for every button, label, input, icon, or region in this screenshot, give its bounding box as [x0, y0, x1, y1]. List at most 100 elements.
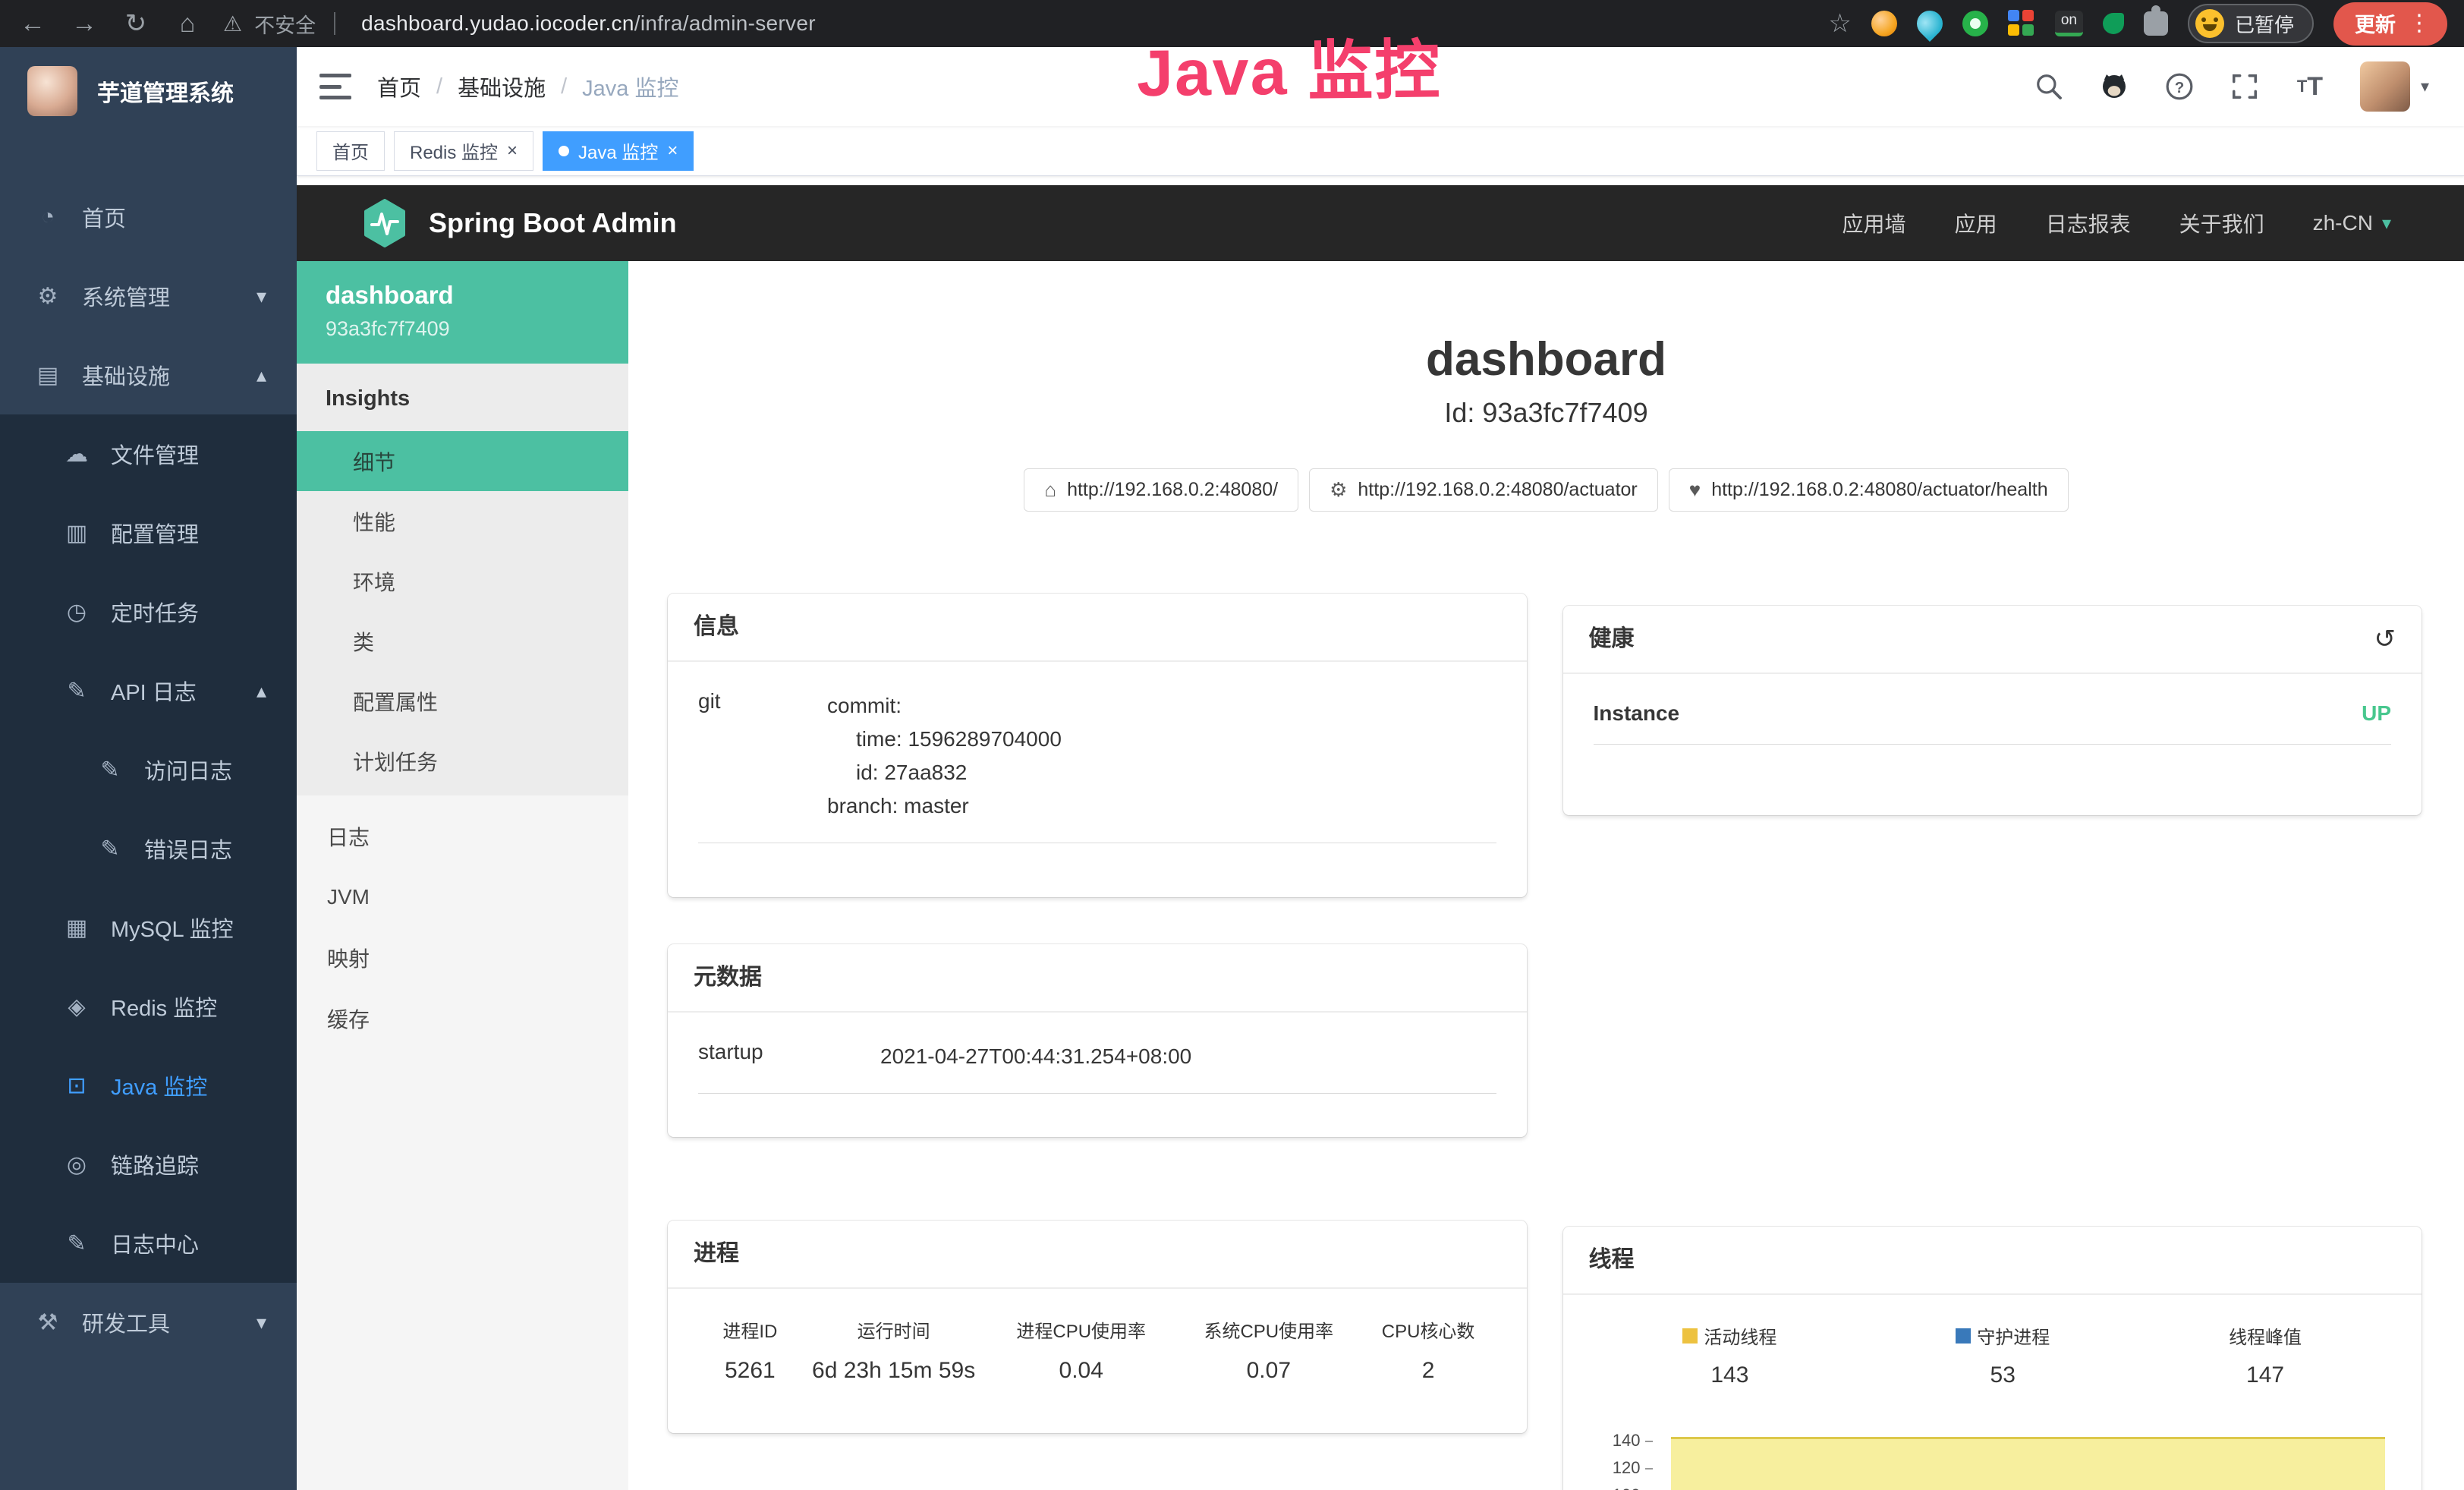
- tab-home[interactable]: 首页: [316, 131, 385, 171]
- extensions-puzzle-icon[interactable]: [2144, 11, 2168, 36]
- sidebar-item-mysql[interactable]: ▦ MySQL 监控: [0, 888, 297, 967]
- card-title: 进程: [694, 1240, 739, 1268]
- metadata-row-startup: startup 2021-04-27T00:44:31.254+08:00: [698, 1040, 1496, 1094]
- close-icon[interactable]: ×: [667, 142, 678, 160]
- sidebar-item-infra[interactable]: ▤ 基础设施 ▴: [0, 335, 297, 414]
- health-url-button[interactable]: ♥ http://192.168.0.2:48080/actuator/heal…: [1669, 468, 2069, 512]
- app-logo-row[interactable]: 芋道管理系统: [0, 47, 297, 135]
- profile-paused-badge[interactable]: 已暂停: [2188, 4, 2314, 43]
- sidebar-item-home[interactable]: ◔ 首页: [0, 178, 297, 257]
- insights-item-environment[interactable]: 环境: [297, 551, 628, 611]
- sidebar-item-label: 系统管理: [82, 280, 170, 312]
- warning-icon: ⚠: [223, 11, 242, 36]
- url-path: /infra/admin-server: [634, 11, 816, 35]
- fullscreen-icon[interactable]: [2230, 71, 2260, 102]
- tab-label: Java 监控: [578, 137, 658, 164]
- browser-menu-dots-icon[interactable]: ⋮: [2408, 10, 2431, 36]
- site-security[interactable]: ⚠ 不安全: [223, 9, 341, 39]
- breadcrumb-infra[interactable]: 基础设施: [458, 71, 546, 102]
- github-icon[interactable]: [2099, 71, 2129, 102]
- process-table: 进程ID 5261 运行时间 6d 23h 15m 59s: [698, 1316, 1496, 1384]
- help-icon[interactable]: ?: [2164, 71, 2195, 102]
- instance-item-logs[interactable]: 日志: [297, 806, 628, 867]
- instance-item-jvm[interactable]: JVM: [297, 867, 628, 928]
- insights-item-details[interactable]: 细节: [297, 431, 628, 491]
- bookmark-star-icon[interactable]: ☆: [1828, 8, 1851, 39]
- instance-name: dashboard: [326, 281, 599, 310]
- extension-grid-icon[interactable]: [2008, 10, 2035, 37]
- extension-orange-icon[interactable]: [1871, 11, 1897, 36]
- tab-redis[interactable]: Redis 监控 ×: [394, 131, 533, 171]
- insights-item-configprops[interactable]: 配置属性: [297, 671, 628, 731]
- sidebar-item-label: Java 监控: [111, 1069, 207, 1101]
- process-card-body: 进程ID 5261 运行时间 6d 23h 15m 59s: [668, 1289, 1527, 1417]
- instance-id-line: Id: 93a3fc7f7409: [628, 397, 2464, 429]
- sidebar-item-label: 访问日志: [144, 754, 232, 786]
- sidebar-item-redis[interactable]: ◈ Redis 监控: [0, 967, 297, 1046]
- extension-sprout-icon[interactable]: [2103, 13, 2124, 34]
- metadata-key: startup: [698, 1040, 880, 1073]
- sba-nav-applications[interactable]: 应用: [1955, 208, 1997, 238]
- extension-on-badge[interactable]: on: [2055, 11, 2083, 36]
- sidebar-item-jobs[interactable]: ◷ 定时任务: [0, 572, 297, 651]
- sidebar-item-config[interactable]: ▥ 配置管理: [0, 493, 297, 572]
- close-icon[interactable]: ×: [507, 142, 518, 160]
- sidebar-item-label: 错误日志: [144, 833, 232, 865]
- health-label: Instance: [1594, 701, 1680, 726]
- legend-peak-threads: 线程峰值 147: [2229, 1322, 2302, 1388]
- sidebar-item-dev-tools[interactable]: ⚒ 研发工具 ▾: [0, 1283, 297, 1362]
- extension-green-icon[interactable]: [1962, 11, 1988, 36]
- address-bar[interactable]: dashboard.yudao.iocoder.cn/infra/admin-s…: [361, 11, 816, 36]
- sidebar-item-api-log[interactable]: ✎ API 日志 ▴: [0, 651, 297, 730]
- breadcrumb-home[interactable]: 首页: [377, 71, 421, 102]
- sidebar-item-label: 日志中心: [111, 1227, 199, 1259]
- insights-item-scheduled-tasks[interactable]: 计划任务: [297, 731, 628, 791]
- extension-drop-icon[interactable]: [1912, 5, 1948, 42]
- sba-locale-select[interactable]: zh-CN ▾: [2313, 211, 2391, 235]
- app-main: 首页 / 基础设施 / Java 监控 ?: [297, 47, 2464, 1490]
- legend-blue-swatch: [1956, 1328, 1971, 1344]
- service-url-button[interactable]: ⌂ http://192.168.0.2:48080/: [1024, 468, 1298, 512]
- instance-detail-content: dashboard Id: 93a3fc7f7409 ⌂ http://192.…: [628, 261, 2464, 1490]
- history-icon[interactable]: ↺: [2374, 625, 2396, 653]
- divider: [334, 12, 335, 35]
- browser-back-icon[interactable]: ←: [17, 9, 49, 39]
- sidebar-item-label: 配置管理: [111, 517, 199, 549]
- browser-forward-icon[interactable]: →: [68, 9, 100, 39]
- legend-yellow-swatch: [1682, 1328, 1698, 1344]
- font-size-icon[interactable]: TT: [2295, 71, 2325, 102]
- health-heart-icon: ♥: [1689, 478, 1701, 502]
- actuator-url-button[interactable]: ⚙ http://192.168.0.2:48080/actuator: [1309, 468, 1658, 512]
- instance-item-mappings[interactable]: 映射: [297, 928, 628, 988]
- metadata-value: 2021-04-27T00:44:31.254+08:00: [880, 1040, 1496, 1073]
- hamburger-icon[interactable]: [319, 74, 351, 99]
- tab-java[interactable]: Java 监控 ×: [543, 131, 694, 171]
- browser-update-button[interactable]: 更新 ⋮: [2333, 2, 2447, 46]
- sidebar-item-trace[interactable]: ◎ 链路追踪: [0, 1125, 297, 1204]
- sba-nav-wallboard[interactable]: 应用墙: [1842, 208, 1906, 238]
- threads-card: 线程 活动线程: [1563, 1227, 2422, 1490]
- active-dot-icon: [559, 146, 569, 156]
- legend-value: 53: [1956, 1362, 2050, 1388]
- sidebar-item-error-log[interactable]: ✎ 错误日志: [0, 809, 297, 888]
- threads-area-series: [1671, 1437, 2386, 1490]
- sidebar-item-java[interactable]: ⊡ Java 监控: [0, 1046, 297, 1125]
- sidebar-item-files[interactable]: ☁ 文件管理: [0, 414, 297, 493]
- sidebar-item-system[interactable]: ⚙ 系统管理 ▾: [0, 257, 297, 335]
- sba-nav-journal[interactable]: 日志报表: [2046, 208, 2131, 238]
- chevron-up-icon: ▴: [256, 679, 266, 703]
- browser-home-icon[interactable]: ⌂: [172, 9, 203, 39]
- security-label: 不安全: [254, 9, 316, 39]
- browser-reload-icon[interactable]: ↻: [120, 8, 152, 39]
- instance-header[interactable]: dashboard 93a3fc7f7409: [297, 261, 628, 364]
- insights-item-classes[interactable]: 类: [297, 611, 628, 671]
- search-icon[interactable]: [2034, 71, 2064, 102]
- insights-item-metrics[interactable]: 性能: [297, 491, 628, 551]
- breadcrumb-separator: /: [561, 74, 567, 99]
- sidebar-item-access-log[interactable]: ✎ 访问日志: [0, 730, 297, 809]
- sba-nav-about[interactable]: 关于我们: [2179, 208, 2264, 238]
- instance-item-caches[interactable]: 缓存: [297, 988, 628, 1049]
- user-avatar-menu[interactable]: ▾: [2360, 61, 2429, 112]
- sidebar-item-log-center[interactable]: ✎ 日志中心: [0, 1204, 297, 1283]
- actuator-url: http://192.168.0.2:48080/actuator: [1358, 479, 1637, 501]
